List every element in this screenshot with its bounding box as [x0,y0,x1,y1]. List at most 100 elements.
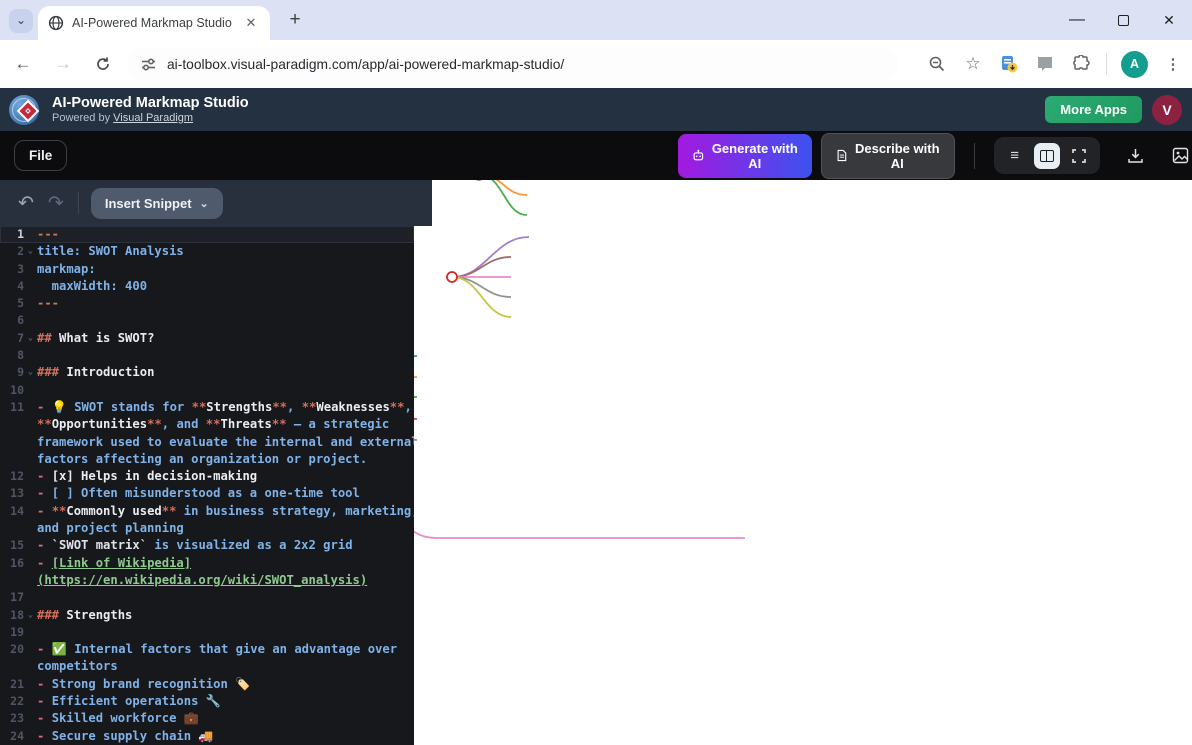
extension-download-icon[interactable] [998,53,1020,75]
editor-toolbar: ↶ ↷ Insert Snippet⌄ [0,180,432,226]
reload-button[interactable] [86,47,120,81]
bookmark-star-icon[interactable]: ☆ [962,53,984,75]
code-line[interactable]: 22- Efficient operations 🔧 [0,693,414,710]
code-line[interactable]: 10 [0,382,414,399]
line-number: 18 [0,607,24,624]
line-number: 20 [0,641,24,658]
extension-flag-icon[interactable] [1034,53,1056,75]
line-number: 13 [0,485,24,502]
gutter-spacer [24,261,37,278]
browser-menu-icon[interactable]: ⋮ [1162,53,1184,75]
code-line[interactable]: 8 [0,347,414,364]
editor-only-view-icon[interactable]: ≡ [1002,143,1028,169]
window-close-button[interactable]: ✕ [1146,0,1192,40]
fold-chevron-icon[interactable]: ⌄ [24,364,37,381]
undo-icon[interactable]: ↶ [18,192,34,215]
user-avatar[interactable]: V [1152,95,1182,125]
line-number: 7 [0,330,24,347]
code-line[interactable]: 20- ✅ Internal factors that give an adva… [0,641,414,658]
code-text: - 💡 SWOT stands for **Strengths**, **Wea… [37,399,414,416]
line-number: 2 [0,243,24,260]
split-view-icon[interactable] [1034,143,1060,169]
code-text: - Secure supply chain 🚚 [37,728,414,745]
browser-tab[interactable]: AI-Powered Markmap Studio ✕ [38,6,270,40]
file-menu-button[interactable]: File [14,140,67,171]
fullscreen-view-icon[interactable] [1066,143,1092,169]
gutter-spacer [24,347,37,364]
more-apps-button[interactable]: More Apps [1045,96,1142,123]
code-line[interactable]: 24- Secure supply chain 🚚 [0,728,414,745]
line-number: 9 [0,364,24,381]
code-line[interactable]: 6 [0,312,414,329]
code-line[interactable]: 1--- [0,226,414,243]
line-number [0,416,24,433]
site-settings-icon[interactable] [140,56,157,73]
browser-action-icons: ☆ A ⋮ [926,40,1184,88]
code-line[interactable]: 23- Skilled workforce 💼 [0,710,414,727]
code-line[interactable]: 21- Strong brand recognition 🏷️ [0,676,414,693]
code-line[interactable]: 3markmap: [0,261,414,278]
insert-snippet-button[interactable]: Insert Snippet⌄ [91,188,223,219]
window-maximize-button[interactable] [1100,0,1146,40]
line-number: 6 [0,312,24,329]
code-line[interactable]: 17 [0,589,414,606]
line-number: 12 [0,468,24,485]
zoom-indicator-icon[interactable] [926,53,948,75]
gutter-spacer [24,555,37,572]
code-line[interactable]: 9⌄### Introduction [0,364,414,381]
fold-chevron-icon[interactable]: ⌄ [24,607,37,624]
command-bar: File Generate with AI Describe with AI ≡ [0,131,1192,180]
code-line[interactable]: (https://en.wikipedia.org/wiki/SWOT_anal… [0,572,414,589]
fold-chevron-icon[interactable]: ⌄ [24,330,37,347]
code-line[interactable]: 7⌄## What is SWOT? [0,330,414,347]
download-icon[interactable] [1125,143,1147,169]
extensions-puzzle-icon[interactable] [1070,53,1092,75]
tab-search-button[interactable]: ⌄ [9,9,33,33]
window-minimize-button[interactable]: — [1054,0,1100,40]
export-image-icon[interactable] [1170,143,1192,169]
code-line[interactable]: and project planning [0,520,414,537]
code-line[interactable]: 4 maxWidth: 400 [0,278,414,295]
generate-with-ai-button[interactable]: Generate with AI [678,134,812,178]
code-line[interactable]: 14- **Commonly used** in business strate… [0,503,414,520]
line-number [0,520,24,537]
new-tab-button[interactable]: + [283,9,307,33]
line-number: 15 [0,537,24,554]
fold-chevron-icon[interactable]: ⌄ [24,243,37,260]
address-bar[interactable]: ai-toolbox.visual-paradigm.com/app/ai-po… [128,47,898,81]
divider [78,192,79,214]
redo-icon[interactable]: ↷ [48,192,64,215]
code-line[interactable]: 12- [x] Helps in decision-making [0,468,414,485]
app-header: AI-Powered Markmap Studio Powered by Vis… [0,88,1192,131]
code-line[interactable]: **Opportunities**, and **Threats** — a s… [0,416,414,433]
code-line[interactable]: 18⌄### Strengths [0,607,414,624]
gutter-spacer [24,572,37,589]
code-editor[interactable]: 1---2⌄title: SWOT Analysis3markmap:4 max… [0,226,414,745]
code-text: - `SWOT matrix` is visualized as a 2x2 g… [37,537,414,554]
tab-close-icon[interactable]: ✕ [242,14,260,32]
line-number: 1 [0,226,24,243]
code-text [37,624,414,641]
code-line[interactable]: 5--- [0,295,414,312]
code-line[interactable]: 11 - 💡 SWOT stands for **Strengths**, **W… [0,399,414,416]
line-number [0,572,24,589]
code-line[interactable]: 16- [Link of Wikipedia] [0,555,414,572]
code-line[interactable]: 15 - `SWOT matrix` is visualized as a 2x2… [0,537,414,554]
browser-profile-avatar[interactable]: A [1121,51,1148,78]
describe-with-ai-button[interactable]: Describe with AI [821,133,955,179]
visual-paradigm-link[interactable]: Visual Paradigm [113,112,193,124]
code-text: ### Strengths [37,607,414,624]
code-line[interactable]: 13- [ ] Often misunderstood as a one-tim… [0,485,414,502]
code-line[interactable]: 19 [0,624,414,641]
code-text: framework used to evaluate the internal … [37,434,414,451]
code-line[interactable]: framework used to evaluate the internal … [0,434,414,451]
code-line[interactable]: 2⌄title: SWOT Analysis [0,243,414,260]
back-button[interactable]: ← [6,47,40,81]
gutter-spacer [24,382,37,399]
code-text: - [Link of Wikipedia] [37,555,414,572]
line-number: 11 [0,399,24,416]
code-line[interactable]: competitors [0,658,414,675]
forward-button[interactable]: → [46,47,80,81]
code-text: ### Introduction [37,364,414,381]
code-line[interactable]: factors affecting an organization or pro… [0,451,414,468]
